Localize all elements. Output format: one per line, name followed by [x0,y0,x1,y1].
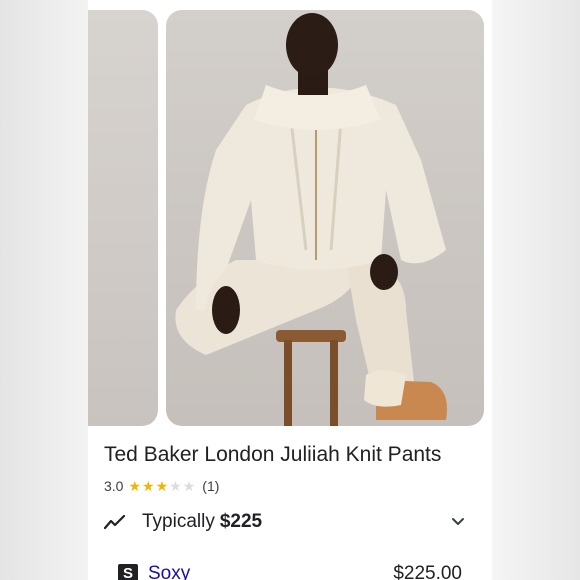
carousel-previous-image[interactable] [88,10,158,426]
rating-row[interactable]: 3.0 ★ ★ ★ ★ ★ (1) [104,477,219,495]
seller-name-link[interactable]: Soxy [148,563,190,580]
product-card-screen: Ted Baker London Juliiah Knit Pants 3.0 … [88,0,492,580]
star-icon: ★ [142,478,155,494]
background-blur-right [492,0,580,580]
typical-price-value: $225 [219,511,263,532]
typical-price-label: Typically [142,511,215,532]
star-icon: ★ [169,478,182,494]
product-image[interactable] [166,10,484,426]
trend-line-icon [104,514,126,530]
rating-stars: ★ ★ ★ ★ ★ [128,479,196,493]
star-icon: ★ [182,478,196,494]
seller-row[interactable]: S Soxy $225.00 [118,560,468,580]
chevron-down-icon[interactable] [450,514,466,530]
rating-value: 3.0 [104,478,124,494]
seller-price: $225.00 [393,563,462,580]
typical-price-row[interactable]: Typically $225 [104,508,474,536]
review-count: (1) [202,478,220,494]
background-blur-left [0,0,88,580]
star-icon: ★ [128,478,142,494]
seller-logo: S [118,564,138,580]
star-icon: ★ [155,478,169,494]
model-photo-illustration [175,13,447,426]
product-title[interactable]: Ted Baker London Juliiah Knit Pants [104,443,484,467]
